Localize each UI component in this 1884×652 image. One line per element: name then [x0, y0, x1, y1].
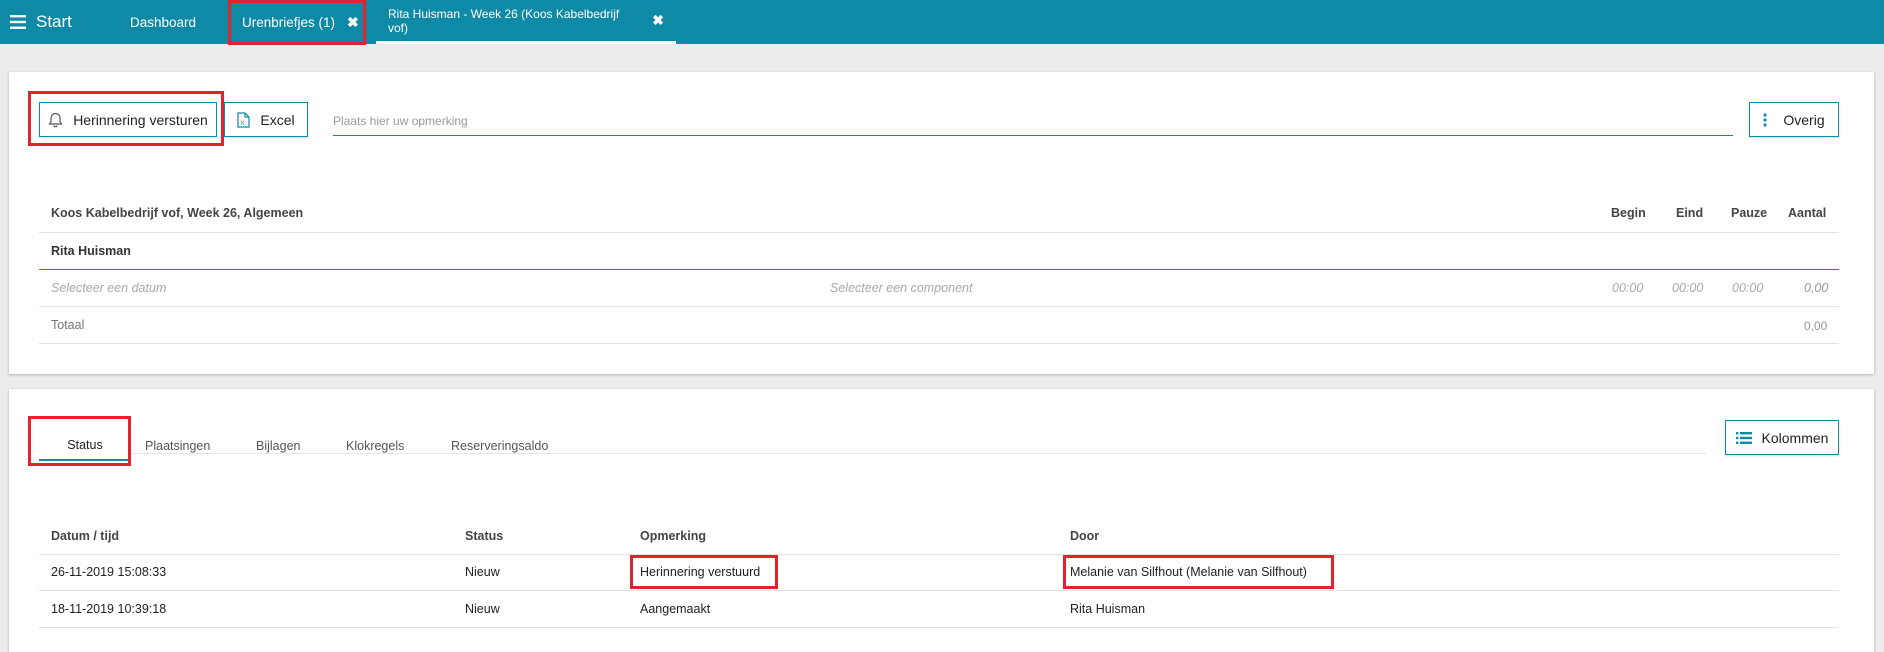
tab-reserveringsaldo[interactable]: Reserveringsaldo	[451, 431, 548, 461]
start-label: Start	[36, 12, 72, 31]
row-remark: Herinnering verstuurd	[640, 565, 761, 579]
column-header-amount: Aantal	[1788, 206, 1827, 220]
excel-file-icon: X	[237, 111, 250, 128]
timesheet-title: Koos Kabelbedrijf vof, Week 26, Algemeen	[51, 206, 304, 220]
more-label: Overig	[1783, 111, 1825, 128]
row-status: Nieuw	[465, 602, 500, 616]
list-icon	[1735, 431, 1752, 444]
column-header-begin: Begin	[1611, 206, 1646, 220]
row-divider	[39, 343, 1839, 344]
amount-field: 0,00	[1804, 281, 1829, 295]
column-header-by: Door	[1070, 529, 1100, 543]
close-icon[interactable]: ✖	[652, 12, 664, 29]
tab-plaatsingen[interactable]: Plaatsingen	[145, 431, 210, 461]
start-menu-button[interactable]: Start	[10, 10, 72, 34]
tab-rita-huisman-label: Rita Huisman - Week 26 (Koos Kabelbedrij…	[388, 6, 620, 35]
send-reminder-button[interactable]: Herinnering versturen	[39, 102, 217, 137]
more-button[interactable]: Overig	[1749, 102, 1839, 137]
row-by: Melanie van Silfhout (Melanie van Silfho…	[1070, 565, 1307, 579]
svg-text:X: X	[241, 120, 246, 127]
row-remark: Aangemaakt	[640, 602, 711, 616]
column-header-datetime: Datum / tijd	[51, 529, 120, 543]
tab-rita-huisman-week-26[interactable]: Rita Huisman - Week 26 (Koos Kabelbedrij…	[376, 0, 676, 44]
begin-time-field[interactable]: 00:00	[1612, 281, 1643, 295]
bell-icon	[48, 112, 63, 127]
more-vertical-icon	[1763, 112, 1767, 127]
column-header-end: Eind	[1676, 206, 1704, 220]
pause-time-field[interactable]: 00:00	[1732, 281, 1763, 295]
tab-status[interactable]: Status	[39, 431, 131, 461]
row-divider	[39, 306, 1839, 307]
employee-name: Rita Huisman	[51, 244, 131, 258]
column-header-pause: Pauze	[1731, 206, 1768, 220]
timesheet-panel: Herinnering versturen X Excel Overig Koo…	[9, 72, 1874, 374]
row-divider	[39, 232, 1839, 233]
history-panel: Status Plaatsingen Bijlagen Klokregels R…	[9, 389, 1874, 652]
row-datetime: 26-11-2019 15:08:33	[51, 565, 167, 579]
row-divider	[39, 554, 1839, 555]
row-by: Rita Huisman	[1070, 602, 1146, 616]
tab-dashboard[interactable]: Dashboard	[130, 0, 196, 44]
tab-underline	[131, 453, 1706, 454]
employee-divider	[39, 269, 1839, 270]
top-nav-bar: Start Dashboard Urenbriefjes (1) ✖ Rita …	[0, 0, 1884, 44]
close-icon[interactable]: ✖	[347, 14, 359, 31]
date-select[interactable]: Selecteer een datum	[51, 281, 166, 295]
columns-button[interactable]: Kolommen	[1725, 420, 1839, 455]
tab-klokregels[interactable]: Klokregels	[346, 431, 404, 461]
column-header-remark: Opmerking	[640, 529, 706, 543]
excel-button[interactable]: X Excel	[224, 102, 308, 137]
row-divider	[39, 590, 1839, 591]
end-time-field[interactable]: 00:00	[1672, 281, 1703, 295]
excel-label: Excel	[260, 111, 295, 128]
total-label: Totaal	[51, 318, 85, 332]
send-reminder-label: Herinnering versturen	[73, 111, 208, 128]
tab-bijlagen[interactable]: Bijlagen	[256, 431, 300, 461]
columns-label: Kolommen	[1761, 429, 1829, 446]
tab-urenbriefjes[interactable]: Urenbriefjes (1) ✖	[242, 0, 359, 44]
total-value: 0,00	[1804, 319, 1828, 333]
tab-dashboard-label: Dashboard	[130, 14, 197, 30]
component-select[interactable]: Selecteer een component	[830, 281, 972, 295]
column-header-status: Status	[465, 529, 504, 543]
remark-input[interactable]	[333, 106, 1733, 136]
row-datetime: 18-11-2019 10:39:18	[51, 602, 167, 616]
hamburger-icon	[10, 15, 26, 29]
row-divider	[39, 627, 1839, 628]
tab-urenbriefjes-label: Urenbriefjes (1)	[242, 14, 336, 30]
row-status: Nieuw	[465, 565, 500, 579]
